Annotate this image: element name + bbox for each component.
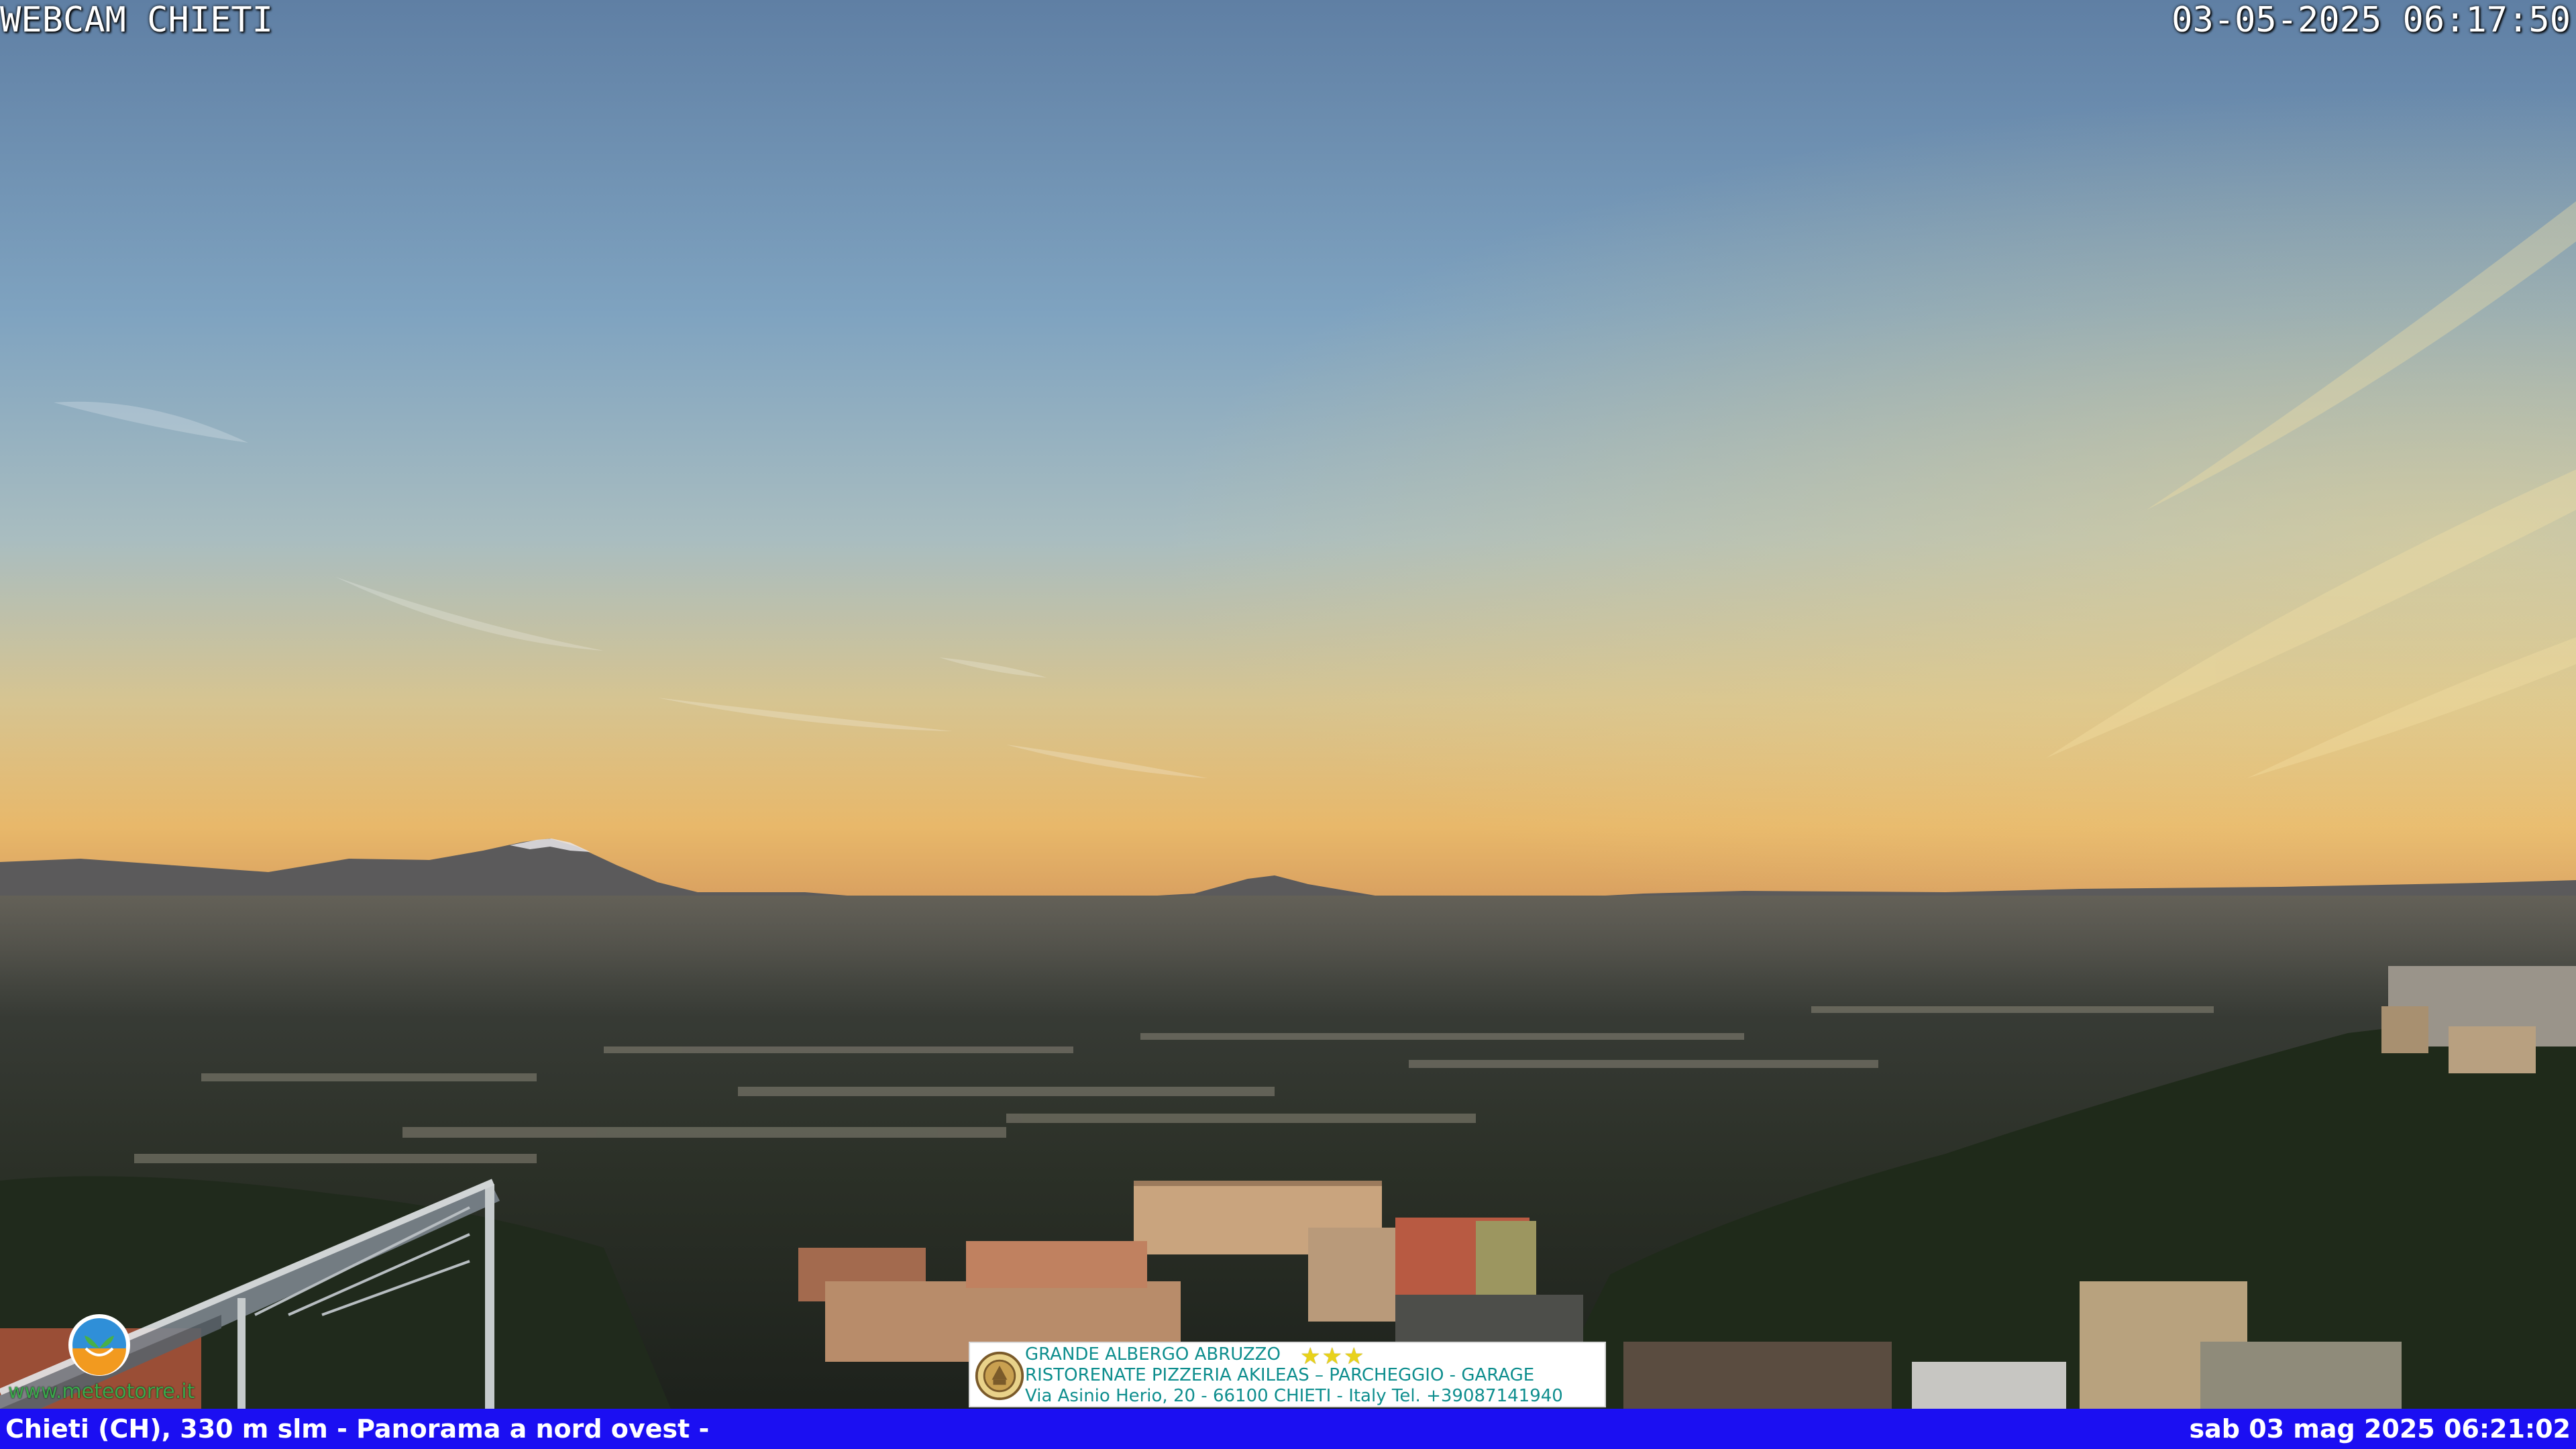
sun-glow — [0, 0, 2576, 899]
meteotorre-url[interactable]: www.meteotorre.it — [8, 1380, 195, 1403]
webcam-scene — [0, 0, 2576, 1449]
info-bar: Chieti (CH), 330 m slm - Panorama a nord… — [0, 1409, 2576, 1449]
location-caption: Chieti (CH), 330 m slm - Panorama a nord… — [5, 1414, 710, 1444]
hotel-crest-icon — [975, 1351, 1024, 1401]
horizon-haze — [0, 896, 2576, 1016]
hotel-ad-banner[interactable]: GRANDE ALBERGO ABRUZZO ★★★ RISTORENATE P… — [969, 1342, 1606, 1407]
ad-address: Via Asinio Herio, 20 - 66100 CHIETI - It… — [1025, 1386, 1563, 1406]
local-datetime: sab 03 mag 2025 06:21:02 — [2189, 1414, 2571, 1444]
ad-services: RISTORENATE PIZZERIA AKILEAS – PARCHEGGI… — [1025, 1365, 1535, 1385]
meteotorre-logo-icon — [68, 1314, 130, 1376]
ad-hotel-name: GRANDE ALBERGO ABRUZZO — [1025, 1344, 1281, 1364]
webcam-title: WEBCAM CHIETI — [0, 0, 273, 40]
capture-timestamp: 03-05-2025 06:17:50 — [2171, 0, 2571, 40]
